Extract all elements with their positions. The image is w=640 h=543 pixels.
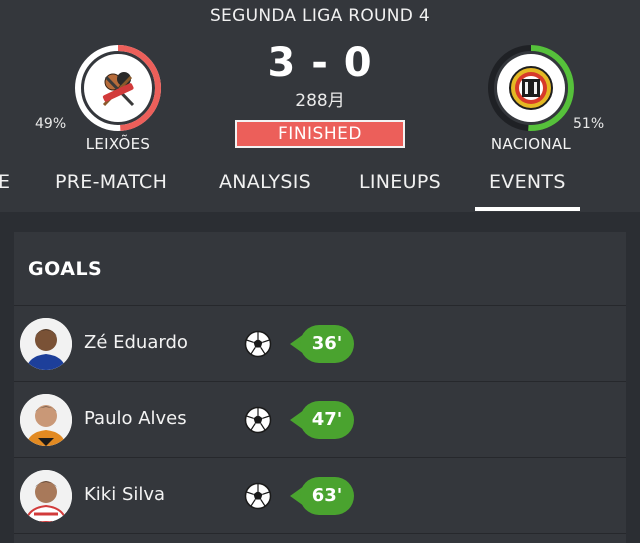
goals-title: GOALS	[28, 258, 103, 280]
goal-event-row[interactable]: Kiki Silva 63'	[14, 458, 626, 534]
player-photo-icon	[20, 318, 72, 370]
away-possession: 51%	[573, 116, 605, 132]
home-team-name[interactable]: LEIXÕES	[53, 135, 183, 153]
tab-pre-match[interactable]: PRE-MATCH	[55, 171, 167, 193]
match-header: SEGUNDA LIGA ROUND 4 49% LEIXÕES 3 - 0 2…	[0, 0, 640, 212]
goals-panel: GOALS Zé Eduardo 36' Paulo Alves 47' Kik…	[14, 232, 626, 543]
player-photo-icon	[20, 470, 72, 522]
away-team-name[interactable]: NACIONAL	[466, 135, 596, 153]
away-team-logo[interactable]	[486, 43, 576, 133]
goal-minute: 36'	[311, 333, 343, 354]
player-avatar[interactable]	[20, 470, 72, 522]
football-icon	[244, 330, 272, 358]
player-avatar[interactable]	[20, 394, 72, 446]
goal-scorer-name[interactable]: Kiki Silva	[84, 484, 165, 505]
player-avatar[interactable]	[20, 318, 72, 370]
goal-minute-badge: 47'	[290, 401, 354, 439]
match-status-badge: FINISHED	[235, 120, 405, 148]
nacional-crest-icon	[488, 45, 574, 131]
goal-event-row[interactable]: Zé Eduardo 36'	[14, 306, 626, 382]
goal-event-row[interactable]: Paulo Alves 47'	[14, 382, 626, 458]
football-icon	[244, 406, 272, 434]
goal-minute-badge: 63'	[290, 477, 354, 515]
tab-events[interactable]: EVENTS	[489, 171, 566, 193]
player-photo-icon	[20, 394, 72, 446]
goals-section-header: GOALS	[14, 232, 626, 306]
tab-partial[interactable]: E	[0, 171, 10, 193]
tab-analysis[interactable]: ANALYSIS	[219, 171, 311, 193]
goal-scorer-name[interactable]: Zé Eduardo	[84, 332, 188, 353]
football-icon	[244, 482, 272, 510]
goal-minute-badge: 36'	[290, 325, 354, 363]
home-possession: 49%	[35, 116, 67, 132]
goal-minute: 47'	[311, 409, 343, 430]
goal-minute: 63'	[311, 485, 343, 506]
match-tabs: E PRE-MATCH ANALYSIS LINEUPS EVENTS	[0, 168, 640, 212]
active-tab-indicator	[475, 207, 580, 211]
round-title: SEGUNDA LIGA ROUND 4	[209, 6, 431, 26]
goal-scorer-name[interactable]: Paulo Alves	[84, 408, 187, 429]
tab-lineups[interactable]: LINEUPS	[359, 171, 441, 193]
